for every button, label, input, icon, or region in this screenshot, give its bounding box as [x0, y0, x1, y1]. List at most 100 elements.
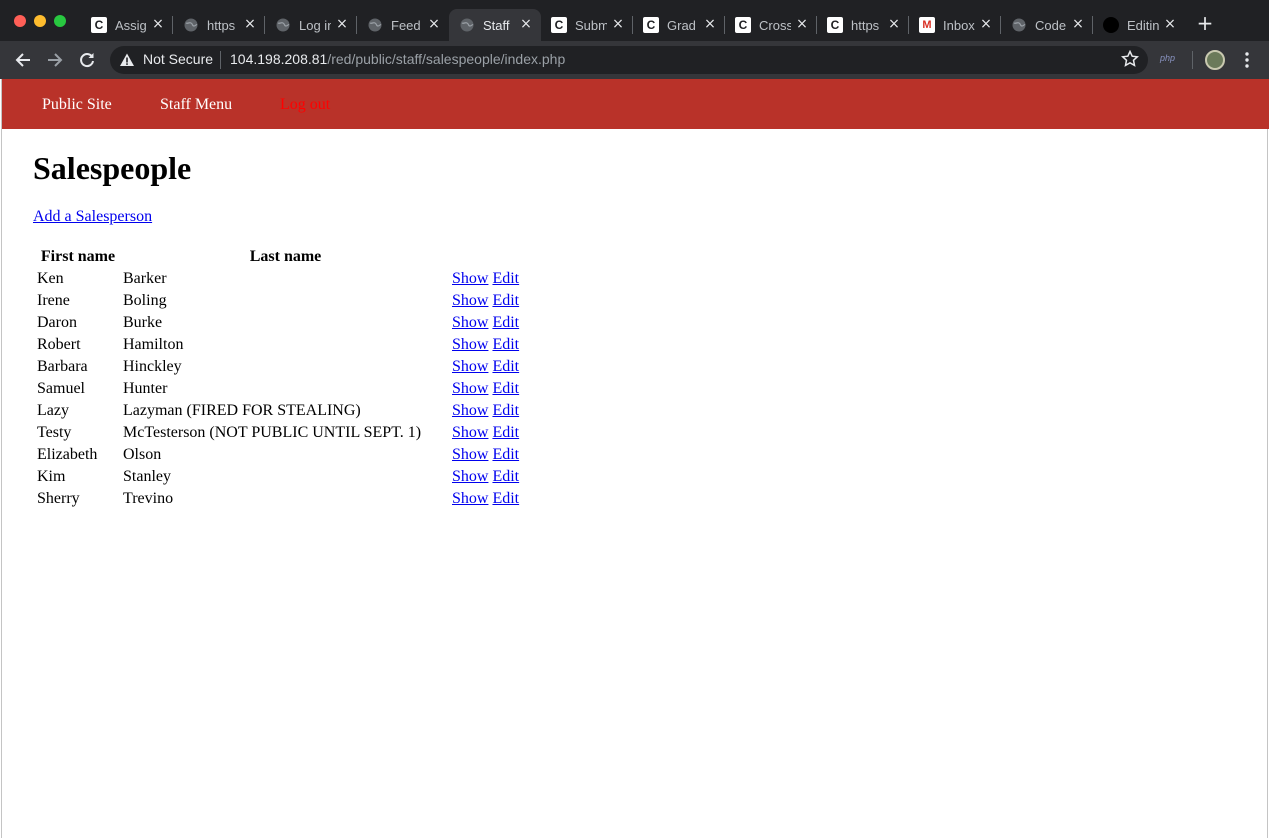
logout-link[interactable]: Log out: [280, 96, 330, 114]
last-name-cell: McTesterson (NOT PUBLIC UNTIL SEPT. 1): [123, 424, 422, 441]
browser-tab[interactable]: Editin ×: [1093, 9, 1185, 41]
browser-tab[interactable]: M Inbox ×: [909, 9, 1001, 41]
show-link[interactable]: Show: [452, 424, 488, 441]
close-tab-icon[interactable]: ×: [335, 16, 349, 32]
close-tab-icon[interactable]: ×: [703, 16, 717, 32]
reload-icon[interactable]: [78, 51, 96, 69]
browser-tab[interactable]: Chttps ×: [817, 9, 909, 41]
tab-title: Log in: [299, 17, 331, 33]
close-tab-icon[interactable]: ×: [1163, 16, 1177, 32]
browser-tab[interactable]: Log in ×: [265, 9, 357, 41]
page-title: Salespeople: [33, 150, 192, 186]
profile-avatar[interactable]: [1205, 50, 1225, 70]
browser-tab[interactable]: https ×: [173, 9, 265, 41]
public-site-link[interactable]: Public Site: [42, 96, 112, 114]
first-name-cell: Ken: [37, 270, 64, 287]
staff-menu-link[interactable]: Staff Menu: [160, 96, 232, 114]
tab-strip: C Assig × https × Log in × Feed × Staff × C Subm × C Gr…: [0, 0, 1269, 41]
browser-tab[interactable]: C Cross ×: [725, 9, 817, 41]
edit-link[interactable]: Edit: [492, 336, 519, 353]
minimize-window-button[interactable]: [34, 15, 46, 27]
edit-link[interactable]: Edit: [492, 446, 519, 463]
edit-link[interactable]: Edit: [492, 292, 519, 309]
show-link[interactable]: Show: [452, 380, 488, 397]
show-cell: Show: [451, 489, 489, 509]
edit-cell: Edit: [491, 445, 523, 465]
edit-link[interactable]: Edit: [492, 380, 519, 397]
bookmark-star-icon[interactable]: [1121, 50, 1139, 68]
url-text[interactable]: 104.198.208.81/red/public/staff/salespeo…: [230, 51, 565, 67]
add-salesperson-link[interactable]: Add a Salesperson: [33, 208, 152, 226]
site-navigation: Public Site Staff Menu Log out: [2, 79, 1269, 129]
last-name-cell: Stanley: [123, 468, 171, 485]
show-cell: Show: [451, 401, 489, 421]
close-tab-icon[interactable]: ×: [979, 16, 993, 32]
last-name-cell: Olson: [123, 446, 162, 463]
show-link[interactable]: Show: [452, 314, 488, 331]
browser-tab[interactable]: C Subm ×: [541, 9, 633, 41]
action-header: [451, 247, 489, 267]
edit-cell: Edit: [491, 467, 523, 487]
show-cell: Show: [451, 269, 489, 289]
security-label[interactable]: Not Secure: [143, 51, 213, 67]
close-tab-icon[interactable]: ×: [427, 16, 441, 32]
show-link[interactable]: Show: [452, 292, 488, 309]
php-extension-icon[interactable]: php: [1160, 53, 1175, 63]
edit-link[interactable]: Edit: [492, 314, 519, 331]
show-link[interactable]: Show: [452, 468, 488, 485]
show-link[interactable]: Show: [452, 336, 488, 353]
browser-tab[interactable]: Feed ×: [357, 9, 449, 41]
tab-title: Staff: [483, 17, 510, 33]
close-tab-icon[interactable]: ×: [795, 16, 809, 32]
edit-link[interactable]: Edit: [492, 424, 519, 441]
salespeople-table: First name Last name Ken Barker Show Edit Ir…: [34, 245, 525, 511]
more-menu-icon[interactable]: [1240, 50, 1254, 70]
show-link[interactable]: Show: [452, 270, 488, 287]
show-link[interactable]: Show: [452, 402, 488, 419]
close-tab-icon[interactable]: ×: [1071, 16, 1085, 32]
edit-link[interactable]: Edit: [492, 468, 519, 485]
first-name-cell: Elizabeth: [37, 446, 98, 463]
close-tab-icon[interactable]: ×: [887, 16, 901, 32]
new-tab-button[interactable]: +: [1196, 13, 1214, 33]
show-link[interactable]: Show: [452, 490, 488, 507]
tab-title: Cross: [759, 17, 791, 33]
close-tab-icon[interactable]: ×: [611, 16, 625, 32]
edit-link[interactable]: Edit: [492, 402, 519, 419]
edit-link[interactable]: Edit: [492, 270, 519, 287]
browser-chrome: C Assig × https × Log in × Feed × Staff × C Subm × C Gr…: [0, 0, 1269, 79]
globe-icon: [275, 17, 291, 33]
forward-arrow-icon[interactable]: [46, 51, 64, 69]
browser-tab[interactable]: C Grad ×: [633, 9, 725, 41]
zoom-window-button[interactable]: [54, 15, 66, 27]
tab-title: https: [207, 17, 236, 33]
show-link[interactable]: Show: [452, 358, 488, 375]
table-row: Testy McTesterson (NOT PUBLIC UNTIL SEPT.…: [36, 423, 523, 443]
browser-tab[interactable]: C Assig ×: [81, 9, 173, 41]
table-row: Elizabeth Olson Show Edit: [36, 445, 523, 465]
table-row: Samuel Hunter Show Edit: [36, 379, 523, 399]
close-tab-icon[interactable]: ×: [151, 16, 165, 32]
edit-cell: Edit: [491, 401, 523, 421]
c-icon: C: [735, 17, 751, 33]
close-tab-icon[interactable]: ×: [519, 16, 533, 32]
browser-tab[interactable]: Code ×: [1001, 9, 1093, 41]
divider: [220, 51, 221, 69]
last-name-header: Last name: [249, 248, 322, 265]
edit-link[interactable]: Edit: [492, 358, 519, 375]
browser-tab[interactable]: Staff ×: [449, 9, 541, 41]
first-name-cell: Robert: [37, 336, 81, 353]
divider: [1192, 51, 1193, 69]
close-tab-icon[interactable]: ×: [243, 16, 257, 32]
last-name-cell: Lazyman (FIRED FOR STEALING): [123, 402, 361, 419]
last-name-cell: Barker: [123, 270, 167, 287]
tab-title: Assig: [115, 17, 147, 33]
back-arrow-icon[interactable]: [14, 51, 32, 69]
last-name-cell: Hamilton: [123, 336, 184, 353]
warning-icon[interactable]: [119, 52, 135, 68]
table-row: Barbara Hinckley Show Edit: [36, 357, 523, 377]
show-link[interactable]: Show: [452, 446, 488, 463]
close-window-button[interactable]: [14, 15, 26, 27]
last-name-cell: Burke: [123, 314, 163, 331]
edit-link[interactable]: Edit: [492, 490, 519, 507]
